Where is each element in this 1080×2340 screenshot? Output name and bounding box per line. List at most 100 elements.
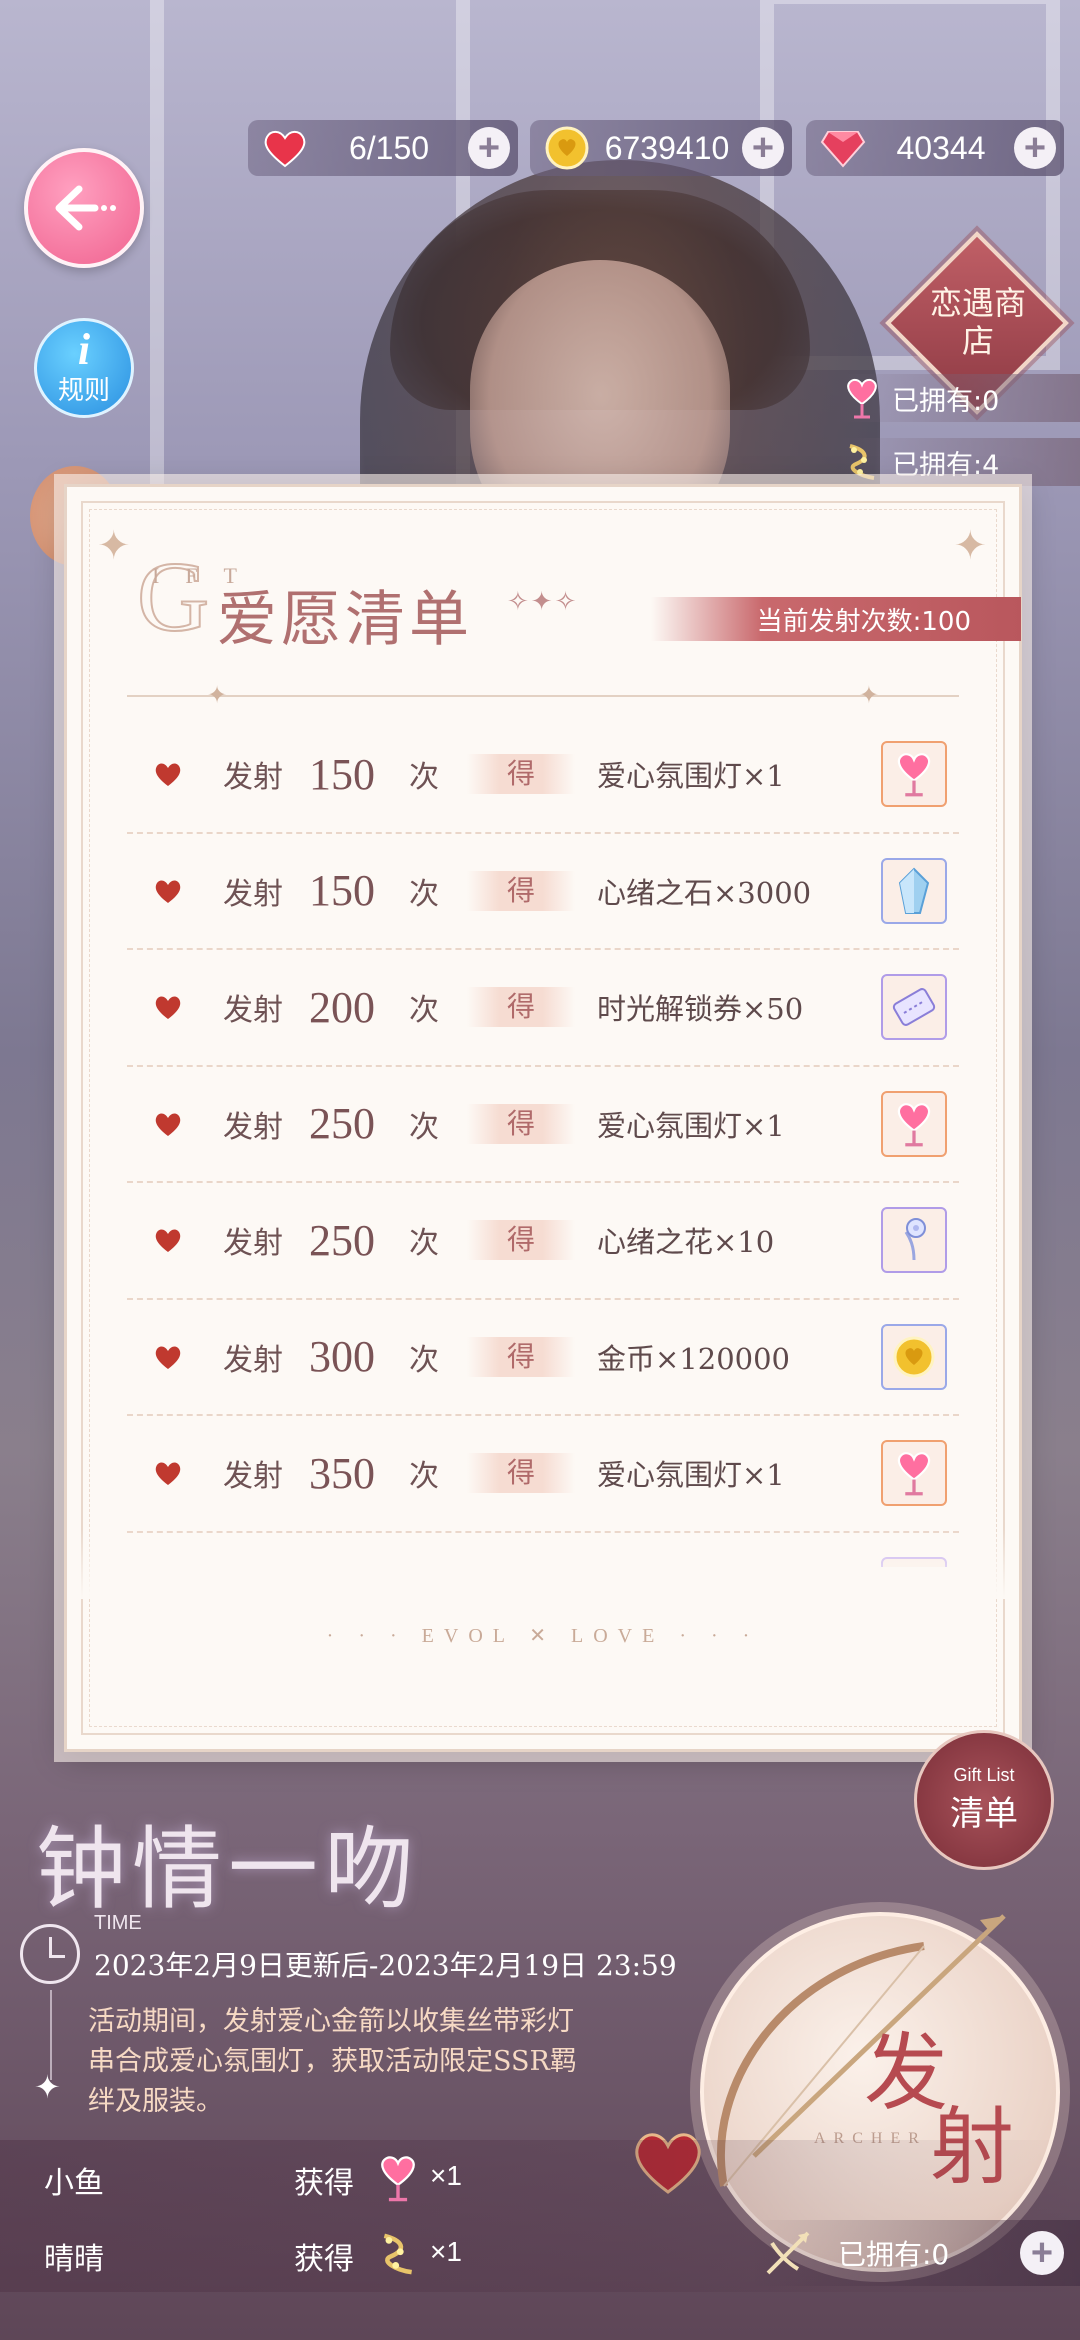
reward-item-name: 爱心氛围灯×1 [597, 1458, 785, 1493]
launch-count: 250 [309, 1215, 375, 1265]
owned-ribbon-count: 已拥有:4 [840, 438, 1080, 486]
crystal-stone-icon [894, 867, 934, 915]
reward-row: 发射 200 次 得 时光解锁券×50 [127, 950, 959, 1067]
reward-row: 发射 150 次 得 爱心氛围灯×1 [127, 717, 959, 834]
launch-count: 200 [309, 982, 375, 1032]
heart-bullet-icon [155, 1113, 181, 1136]
sparkle-icon: ✦ [97, 523, 131, 569]
heart-icon [260, 123, 310, 173]
launch-count-banner: 当前发射次数:100 [651, 597, 1021, 641]
feed-player-name: 晴晴 [44, 2242, 104, 2277]
evol-love-footer: · · · EVOL ✕ LOVE · · · [326, 1625, 760, 1647]
reward-item-thumbnail[interactable] [881, 1440, 947, 1507]
reward-list[interactable]: 发射 150 次 得 爱心氛围灯×1 发射 150 次 得 心绪之石×3000 … [127, 717, 959, 1567]
sparkle-icon: ✦ [207, 681, 228, 709]
heart-bullet-icon [155, 1462, 181, 1486]
owned-arrow-text: 已拥有:0 [838, 2238, 950, 2271]
rules-button[interactable]: i 规则 [34, 318, 134, 418]
launch-text: 发射 [223, 993, 283, 1029]
get-label: 得 [467, 1220, 575, 1261]
heart-lamp-icon [892, 750, 936, 798]
launch-count: 250 [309, 1099, 375, 1149]
owned-ribbon-text: 已拥有:4 [892, 449, 1000, 481]
arrow-left-icon [55, 185, 116, 231]
sparkle-icon: ✧✦✧ [507, 587, 579, 617]
divider [127, 695, 959, 697]
feed-got-label: 获得 [294, 2166, 354, 2201]
heart-bullet-icon [155, 996, 181, 1020]
rules-label: 规则 [57, 375, 110, 406]
launch-text: 发射 [223, 876, 283, 912]
add-arrow-button[interactable]: + [1020, 2231, 1064, 2275]
event-description: 活动期间，发射爱心金箭以收集丝带彩灯串合成爱心氛围灯，获取活动限定SSR羁绊及服… [88, 2006, 577, 2117]
launch-count: 150 [309, 866, 375, 916]
stamina-counter: 6/150 + [248, 120, 518, 176]
footer-left-word: EVOL [421, 1625, 515, 1647]
reward-item-thumbnail[interactable] [881, 1207, 947, 1274]
add-gold-button[interactable]: + [742, 127, 784, 169]
heart-bullet-icon [155, 1346, 181, 1369]
launch-text: 发射 [223, 1459, 283, 1495]
heart-bullet-icon [155, 880, 181, 903]
flower-icon [892, 1216, 936, 1264]
decorative-line [50, 1990, 52, 2080]
reward-row: 发射 250 次 得 心绪之花×10 [127, 1183, 959, 1300]
gold-value: 6739410 [604, 129, 730, 166]
times-unit: 次 [409, 876, 439, 912]
feed-qty: ×1 [430, 2160, 462, 2191]
add-stamina-button[interactable]: + [468, 127, 510, 169]
add-diamond-button[interactable]: + [1014, 127, 1056, 169]
diamond-icon [818, 123, 868, 173]
times-unit: 次 [409, 993, 439, 1029]
times-unit: 次 [409, 1226, 439, 1262]
reward-row: 发射 150 次 得 心绪之石×3000 [127, 834, 959, 950]
get-label: 得 [467, 1453, 575, 1494]
get-label: 得 [467, 987, 575, 1028]
reward-item-thumbnail[interactable] [881, 857, 947, 924]
sparkle-icon: ✦ [34, 2068, 61, 2106]
launch-text: 发射 [223, 1226, 283, 1262]
reward-item-name: 爱心氛围灯×1 [597, 759, 785, 794]
reward-item-thumbnail[interactable] [881, 974, 947, 1041]
times-unit: 次 [409, 1459, 439, 1495]
times-unit: 次 [409, 1109, 439, 1145]
reward-item-thumbnail[interactable] [881, 741, 947, 808]
get-label: 得 [467, 1103, 575, 1144]
ticket-icon [890, 987, 938, 1027]
gift-letter-g: G [136, 541, 210, 652]
heart-lamp-icon [840, 376, 884, 420]
owned-lamp-count: 已拥有:0 [840, 374, 1080, 422]
gift-list-en-label: Gift List [953, 1765, 1015, 1785]
reward-item-name: 爱心氛围灯×1 [597, 1108, 785, 1143]
reward-item-name: 心绪之花×10 [597, 1225, 775, 1260]
heart-lamp-icon [892, 1100, 936, 1148]
panel-title: 爱愿清单 [217, 585, 473, 655]
reward-item-name: 心绪之石×3000 [597, 875, 812, 910]
reward-item-thumbnail[interactable] [881, 1090, 947, 1157]
ribbon-lights-icon [370, 2226, 426, 2282]
time-label: TIME [94, 1912, 142, 1934]
feed-qty: ×1 [430, 2236, 462, 2267]
gold-coin-icon [542, 123, 592, 173]
event-title: 钟情一吻 [36, 1817, 420, 1922]
gift-list-button[interactable]: Gift List 清单 [914, 1730, 1054, 1870]
reward-row: 发射 250 次 得 爱心氛围灯×1 [127, 1067, 959, 1183]
gift-list-panel: ✦ ✦ G IFT 爱愿清单 ✧✦✧ 当前发射次数:100 ✦ ✦ 发射 150… [64, 484, 1022, 1752]
get-label: 得 [467, 754, 575, 795]
clock-icon [20, 1924, 80, 1984]
gold-counter: 6739410 + [530, 120, 792, 176]
heart-lamp-icon [370, 2150, 426, 2206]
sparkle-icon: ✦ [953, 523, 987, 569]
launch-text: 发射 [223, 760, 283, 796]
gold-coin-icon [892, 1335, 936, 1379]
diamond-counter: 40344 + [806, 120, 1064, 176]
footer-right-word: LOVE [571, 1625, 665, 1647]
back-button[interactable] [24, 148, 144, 268]
launch-text: 发射 [223, 1342, 283, 1378]
reward-item-thumbnail[interactable] [881, 1323, 947, 1390]
heart-lamp-icon [892, 1449, 936, 1497]
get-label: 得 [467, 870, 575, 911]
heart-bullet-icon [155, 763, 181, 787]
reward-feed-row: 小鱼 获得 ×1 [0, 2140, 1080, 2216]
reward-item-name: 时光解锁券×50 [597, 992, 804, 1027]
